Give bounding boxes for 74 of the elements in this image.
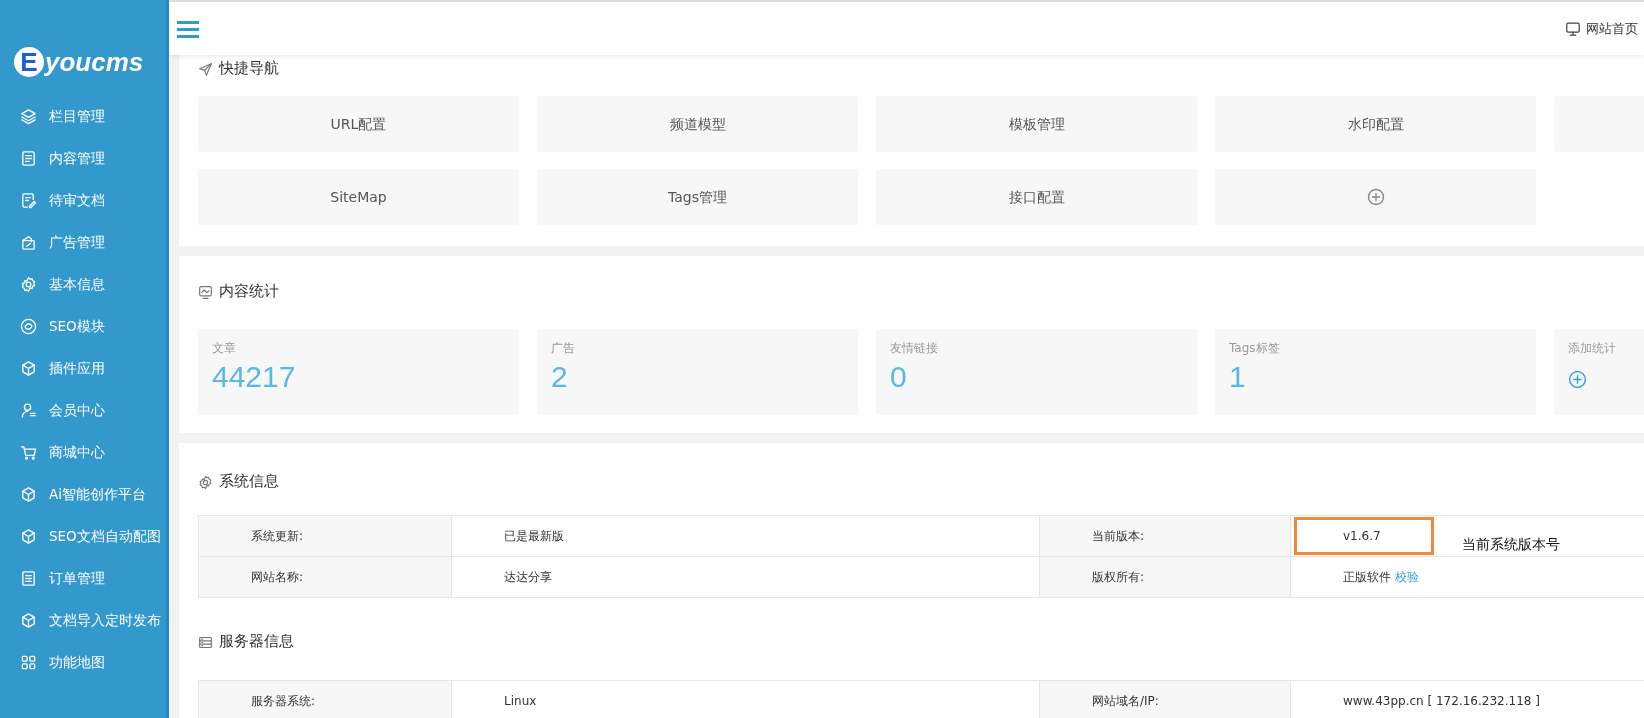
add-icon[interactable] — [1568, 370, 1587, 389]
table-label: 网站域名/IP: — [1039, 680, 1291, 718]
list-icon — [20, 569, 37, 587]
sidebar-item[interactable]: 会员中心 — [0, 389, 166, 431]
sidebar-item[interactable]: 商城中心 — [0, 431, 166, 473]
stat-value: 44217 — [212, 359, 297, 395]
logo-text: youcms — [45, 46, 144, 77]
stat-label: 添加统计 — [1568, 340, 1617, 357]
folder-icon — [20, 233, 37, 251]
send-icon — [198, 61, 213, 77]
sidebar-item[interactable]: Ai智能创作平台 — [0, 473, 166, 515]
verify-link[interactable]: 校验 — [1394, 570, 1419, 584]
sidebar-item[interactable]: 功能地图 — [0, 641, 166, 683]
add-stat-card[interactable]: 添加统计 — [1554, 329, 1644, 415]
chart-screen-icon — [198, 284, 213, 300]
table-value: 已是最新版 — [451, 515, 1040, 557]
sidebar-item[interactable]: SEO文档自动配图 — [0, 515, 166, 557]
table-label: 版权所有: — [1039, 556, 1291, 598]
home-link[interactable]: 网站首页 — [1565, 18, 1638, 39]
stat-value: 0 — [890, 359, 908, 395]
stat-label: 文章 — [212, 340, 237, 357]
table-label: 系统更新: — [198, 515, 452, 557]
section-title: 系统信息 — [219, 472, 279, 492]
stat-label: 友情链接 — [890, 340, 939, 357]
quick-nav-tile[interactable]: 频道模型 — [537, 96, 858, 152]
stat-value: 2 — [551, 359, 569, 395]
table-label: 当前版本: — [1039, 515, 1291, 557]
sidebar-item[interactable]: 栏目管理 — [0, 95, 166, 137]
annotation-note: 当前系统版本号 — [1461, 534, 1560, 554]
edit-document-icon — [20, 191, 37, 209]
add-icon — [1366, 188, 1385, 206]
cube-icon — [20, 485, 37, 503]
stat-value: 1 — [1229, 359, 1247, 395]
sidebar-item[interactable]: 文档导入定时发布 — [0, 599, 166, 641]
logo-badge: E — [14, 46, 44, 77]
grid-icon — [20, 653, 37, 671]
sidebar-item[interactable]: 订单管理 — [0, 557, 166, 599]
server-icon — [198, 634, 213, 650]
sidebar-item[interactable]: 待审文档 — [0, 179, 166, 221]
quick-nav-tile[interactable]: SiteMap — [198, 169, 519, 225]
sidebar-item[interactable]: 插件应用 — [0, 347, 166, 389]
user-icon — [20, 401, 37, 419]
table-value: 正版软件 — [1343, 570, 1391, 584]
settings-icon — [20, 275, 37, 293]
link-icon — [20, 317, 37, 335]
sidebar-item[interactable]: 基本信息 — [0, 263, 166, 305]
table-label: 网站名称: — [198, 556, 452, 598]
cube-icon — [20, 527, 37, 545]
quick-nav-tile[interactable]: Tags管理 — [537, 169, 858, 225]
stat-label: 广告 — [551, 340, 576, 357]
settings-icon — [198, 474, 213, 490]
section-title: 服务器信息 — [219, 632, 294, 652]
sidebar-item[interactable]: 广告管理 — [0, 221, 166, 263]
section-title: 快捷导航 — [219, 59, 279, 79]
stat-label: Tags标签 — [1229, 340, 1281, 357]
highlighted-value: v1.6.7 — [1294, 517, 1434, 555]
cart-icon — [20, 443, 37, 461]
cube-icon — [20, 611, 37, 629]
menu-icon[interactable] — [177, 19, 199, 38]
quick-nav-tile[interactable]: 模板管理 — [876, 96, 1197, 152]
quick-nav-tile[interactable]: URL配置 — [198, 96, 519, 152]
document-icon — [20, 149, 37, 167]
sidebar-item[interactable]: 内容管理 — [0, 137, 166, 179]
quick-nav-tile[interactable]: 水印配置 — [1215, 96, 1536, 152]
table-value: 达达分享 — [451, 556, 1040, 598]
monitor-icon — [1565, 20, 1581, 37]
add-tile[interactable] — [1215, 169, 1536, 225]
table-label: 服务器系统: — [198, 680, 452, 718]
section-title: 内容统计 — [219, 282, 279, 302]
layers-icon — [20, 107, 37, 125]
quick-nav-tile[interactable]: 接口配置 — [876, 169, 1197, 225]
sidebar-item[interactable]: SEO模块 — [0, 305, 166, 347]
cube-icon — [20, 359, 37, 377]
table-value: Linux — [451, 680, 1040, 718]
